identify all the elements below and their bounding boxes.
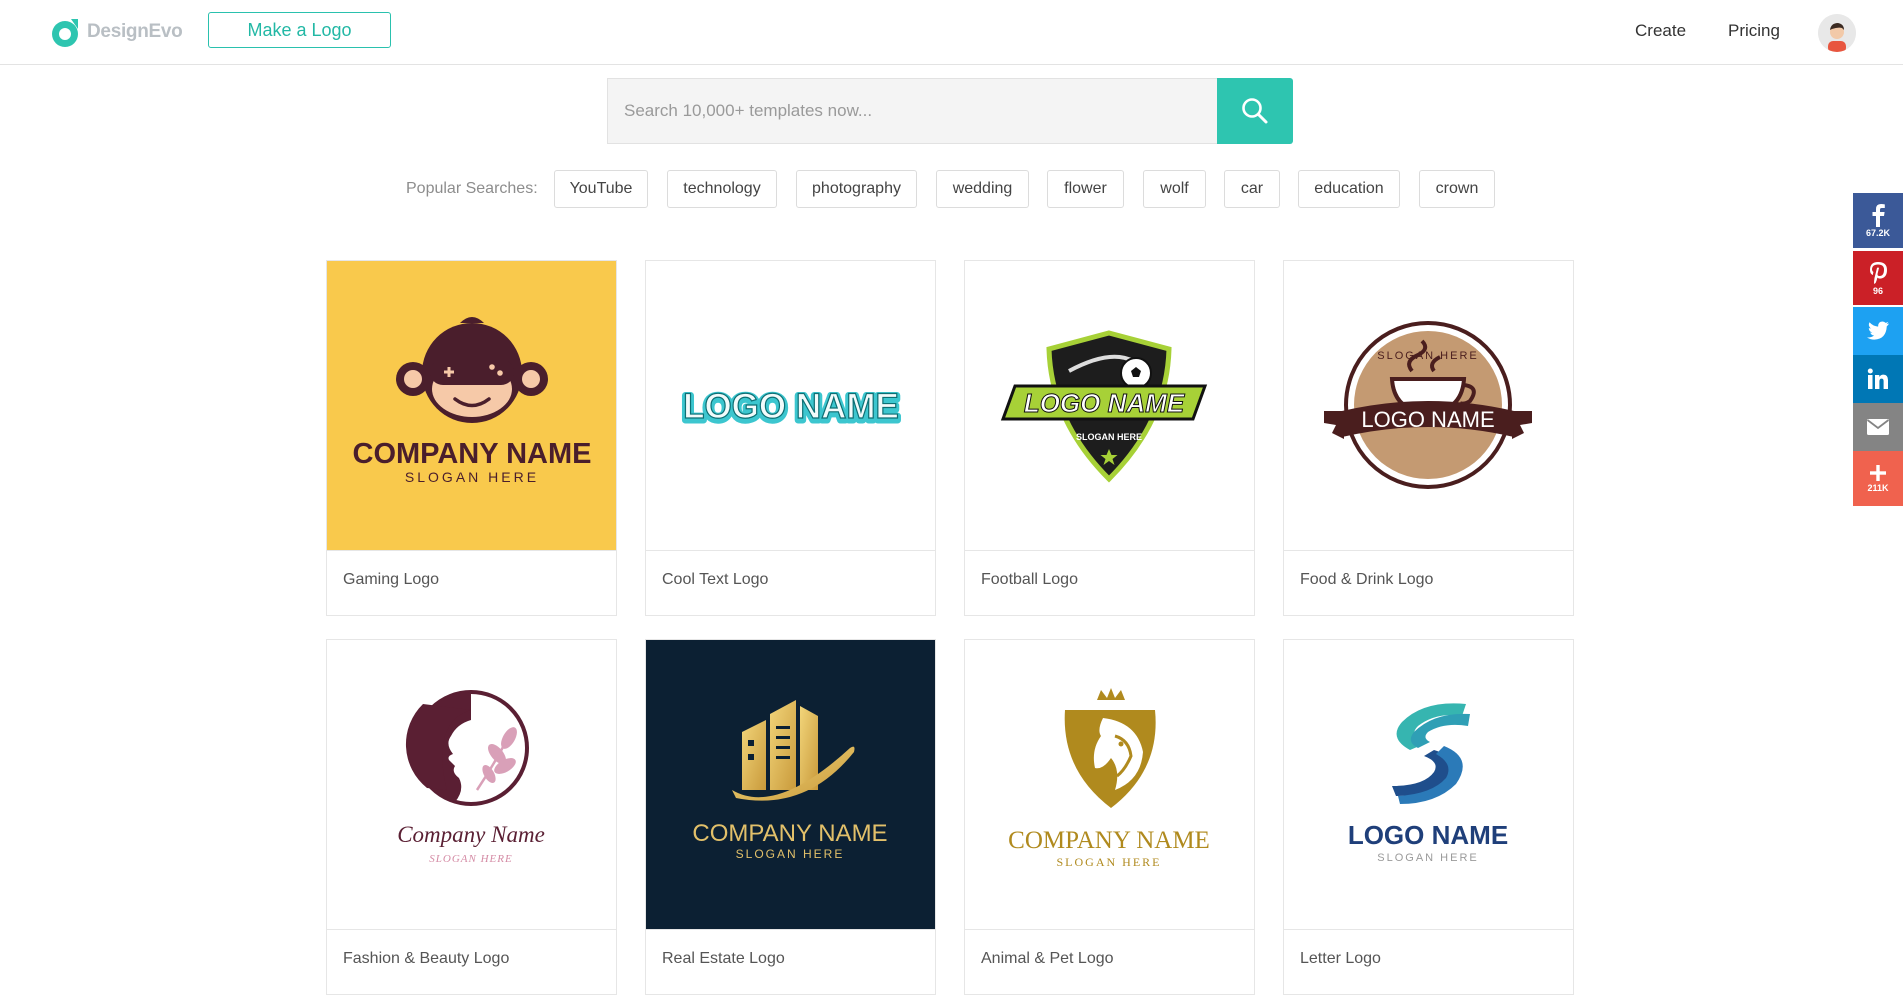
pinterest-share-count: 96 (1872, 285, 1883, 296)
template-card-label: Animal & Pet Logo (965, 929, 1254, 993)
template-card-label: Real Estate Logo (646, 929, 935, 993)
woman-silhouette-logo: Company Name SLOGAN HERE (397, 690, 545, 865)
template-card-label: Letter Logo (1284, 929, 1573, 993)
search-input[interactable] (607, 78, 1217, 144)
twitter-share-button[interactable] (1853, 307, 1903, 355)
user-avatar[interactable] (1818, 14, 1856, 52)
logo-title-text: COMPANY NAME (692, 820, 887, 847)
template-thumbnail: COMPANY NAME SLOGAN HERE (646, 640, 935, 929)
designevo-logo-icon (52, 19, 78, 47)
logo-title-text: LOGO NAME (1361, 407, 1494, 432)
logo-title-text: Company Name (397, 822, 545, 847)
gaming-monkey-logo: COMPANY NAME SLOGAN HERE (353, 317, 592, 485)
template-card-label: Cool Text Logo (646, 550, 935, 614)
popular-tag[interactable]: car (1224, 170, 1280, 208)
designevo-logo[interactable]: DesignEvo (49, 14, 183, 50)
twitter-icon (1867, 321, 1889, 340)
popular-tag[interactable]: technology (667, 170, 777, 208)
popular-tag[interactable]: education (1298, 170, 1400, 208)
email-icon (1866, 419, 1890, 435)
search-button[interactable] (1217, 78, 1293, 144)
template-thumbnail: LOGO NAME SLOGAN HERE (1284, 640, 1573, 929)
logo-slogan-text: SLOGAN HERE (736, 847, 845, 861)
template-card-label: Food & Drink Logo (1284, 550, 1573, 614)
popular-tag[interactable]: crown (1419, 170, 1495, 208)
avatar-icon (1818, 14, 1856, 52)
make-a-logo-button[interactable]: Make a Logo (208, 12, 391, 48)
template-thumbnail: COMPANY NAME SLOGAN HERE (965, 640, 1254, 929)
cool-text-logo: LOGO NAME LOGO NAME (680, 386, 903, 432)
football-shield-logo: LOGO NAME SLOGAN HERE (1000, 330, 1208, 483)
template-thumbnail: LOGO NAME SLOGAN HERE (965, 261, 1254, 550)
more-share-button[interactable]: 211K (1853, 451, 1903, 506)
nav-create-link[interactable]: Create (1635, 21, 1686, 41)
logo-text: DesignEvo (87, 21, 183, 42)
logo-title-text: COMPANY NAME (1008, 827, 1210, 854)
search-icon (1242, 98, 1268, 124)
template-card-label: Fashion & Beauty Logo (327, 929, 616, 993)
plus-icon (1870, 465, 1886, 481)
logo-slogan-text: SLOGAN HERE (1377, 852, 1478, 864)
template-card-cool-text[interactable]: LOGO NAME LOGO NAME Cool Text Logo (645, 260, 936, 616)
total-share-count: 211K (1867, 483, 1889, 493)
template-card-animal-pet[interactable]: COMPANY NAME SLOGAN HERE Animal & Pet Lo… (964, 639, 1255, 995)
linkedin-share-button[interactable] (1853, 355, 1903, 403)
popular-tag[interactable]: wedding (936, 170, 1029, 208)
linkedin-icon (1867, 368, 1888, 389)
logo-slogan-text: SLOGAN HERE (429, 853, 512, 865)
template-card-real-estate[interactable]: COMPANY NAME SLOGAN HERE Real Estate Log… (645, 639, 936, 995)
logo-slogan-text: SLOGAN HERE (1076, 432, 1142, 442)
template-card-fashion-beauty[interactable]: Company Name SLOGAN HERE Fashion & Beaut… (326, 639, 617, 995)
lion-shield-logo: COMPANY NAME SLOGAN HERE (1008, 688, 1210, 869)
template-search (607, 78, 1293, 144)
nav-pricing-link[interactable]: Pricing (1728, 21, 1780, 41)
template-card-football[interactable]: LOGO NAME SLOGAN HERE Football Logo (964, 260, 1255, 616)
popular-tag[interactable]: YouTube (554, 170, 648, 208)
facebook-share-count: 67.2K (1865, 228, 1891, 238)
letter-s-logo: LOGO NAME SLOGAN HERE (1348, 703, 1508, 864)
template-thumbnail: LOGO NAME LOGO NAME (646, 261, 935, 550)
coffee-cup-logo: SLOGAN HERE LOGO NAME (1324, 321, 1532, 489)
popular-tag[interactable]: photography (796, 170, 917, 208)
template-card-letter[interactable]: LOGO NAME SLOGAN HERE Letter Logo (1283, 639, 1574, 995)
facebook-share-button[interactable]: 67.2K (1853, 193, 1903, 248)
logo-title-text: COMPANY NAME (353, 438, 592, 470)
building-logo: COMPANY NAME SLOGAN HERE (692, 700, 888, 861)
logo-title-text: LOGO NAME (1348, 820, 1508, 850)
email-share-button[interactable] (1853, 403, 1903, 451)
logo-title-text: LOGO NAME (1024, 388, 1185, 418)
popular-tag[interactable]: wolf (1143, 170, 1206, 208)
popular-tag[interactable]: flower (1047, 170, 1124, 208)
template-thumbnail: COMPANY NAME SLOGAN HERE (327, 261, 616, 550)
template-card-label: Football Logo (965, 550, 1254, 614)
template-card-food-drink[interactable]: SLOGAN HERE LOGO NAME Food & Drink Logo (1283, 260, 1574, 616)
pinterest-share-button[interactable]: 96 (1853, 251, 1903, 305)
template-card-label: Gaming Logo (327, 550, 616, 614)
logo-title-text: LOGO NAME (683, 387, 899, 426)
pinterest-icon (1870, 261, 1887, 284)
logo-slogan-text: SLOGAN HERE (405, 469, 539, 485)
template-card-gaming[interactable]: COMPANY NAME SLOGAN HERE Gaming Logo (326, 260, 617, 616)
logo-slogan-text: SLOGAN HERE (1377, 350, 1478, 362)
top-header: DesignEvo Make a Logo Create Pricing (0, 0, 1903, 65)
template-thumbnail: Company Name SLOGAN HERE (327, 640, 616, 929)
facebook-icon (1872, 204, 1885, 227)
template-thumbnail: SLOGAN HERE LOGO NAME (1284, 261, 1573, 550)
popular-searches-label: Popular Searches: (406, 180, 538, 197)
logo-slogan-text: SLOGAN HERE (1057, 855, 1162, 869)
